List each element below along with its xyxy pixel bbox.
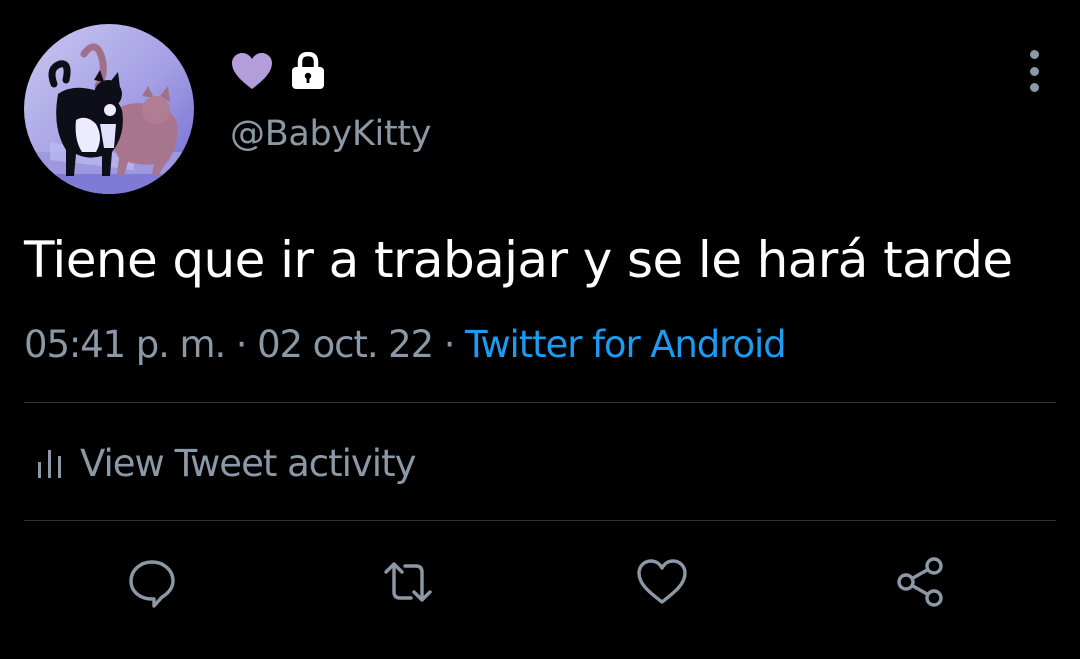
lock-icon	[292, 52, 324, 89]
more-options-icon-dot	[1029, 83, 1039, 92]
like-button[interactable]	[634, 554, 690, 610]
like-icon	[637, 559, 687, 604]
view-tweet-activity-label: View Tweet activity	[80, 441, 416, 485]
tweet-text: Tiene que ir a trabajar y se le hará tar…	[24, 231, 1013, 289]
author-name[interactable]	[230, 50, 326, 92]
reply-icon	[129, 560, 175, 608]
avatar-image	[24, 24, 194, 194]
share-button[interactable]	[892, 554, 948, 610]
divider	[24, 402, 1056, 403]
divider	[24, 520, 1056, 521]
tweet-time: 05:41 p. m.	[24, 323, 226, 366]
avatar[interactable]	[24, 24, 194, 194]
meta-separator: ·	[225, 323, 258, 366]
tweet-meta: 05:41 p. m. · 02 oct. 22 · Twitter for A…	[24, 320, 787, 370]
purple-heart-icon	[232, 53, 272, 89]
view-tweet-activity-button[interactable]: View Tweet activity	[36, 438, 416, 488]
author-handle[interactable]: @BabyKitty	[230, 112, 432, 156]
more-options-button[interactable]	[1018, 50, 1050, 92]
more-options-icon-dot	[1029, 66, 1039, 76]
retweet-button[interactable]	[380, 554, 436, 610]
bar-chart-icon	[38, 450, 61, 478]
more-options-icon	[1029, 50, 1039, 59]
tweet-source-link[interactable]: Twitter for Android	[465, 323, 787, 366]
meta-separator: ·	[433, 323, 466, 366]
share-icon	[897, 557, 943, 607]
tweet-date: 02 oct. 22	[257, 323, 434, 366]
reply-button[interactable]	[124, 554, 180, 610]
retweet-icon	[384, 562, 432, 602]
